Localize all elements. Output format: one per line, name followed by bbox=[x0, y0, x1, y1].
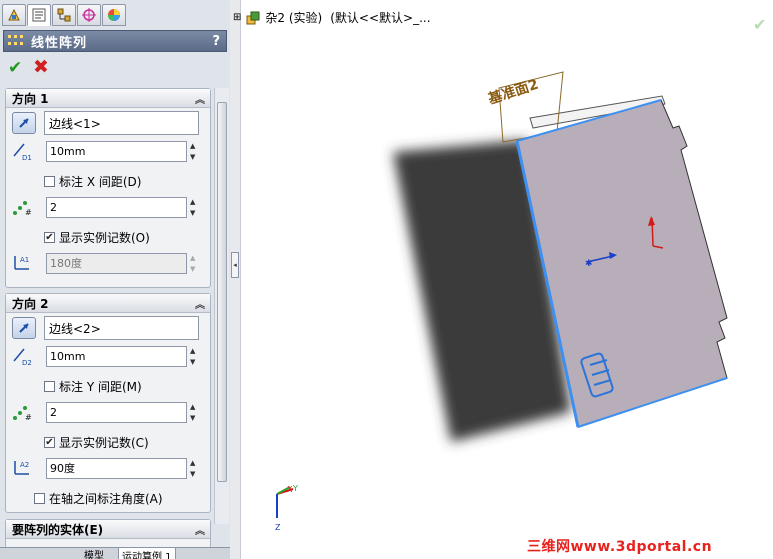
show-count2-label: 显示实例记数(C) bbox=[59, 436, 149, 450]
linear-pattern-icon bbox=[8, 35, 23, 45]
display-manager-tab[interactable] bbox=[102, 4, 126, 26]
datum-plane-label: 基准面2 bbox=[486, 76, 540, 108]
ok-button[interactable]: ✔ bbox=[8, 58, 22, 78]
dim-y-spacing-checkbox[interactable] bbox=[44, 381, 55, 392]
direction2-instance-count-input[interactable]: 2 bbox=[46, 401, 187, 423]
direction2-spacing-input[interactable]: 10mm bbox=[46, 345, 187, 367]
tree-config-label: (默认<<默认>_... bbox=[330, 11, 431, 25]
reverse-direction1-button[interactable] bbox=[12, 112, 36, 134]
property-sheet-icon bbox=[32, 8, 46, 22]
direction1-angle-input: 180度 bbox=[46, 252, 187, 274]
reverse-direction2-button[interactable] bbox=[12, 317, 36, 339]
collapse-chevron-icon[interactable]: ︽ bbox=[195, 91, 205, 106]
tab-motion-study[interactable]: 运动算例 1 bbox=[118, 547, 176, 559]
direction2-angle-input[interactable]: 90度 bbox=[46, 457, 187, 479]
crosshair-icon bbox=[82, 8, 96, 22]
direction1-count-stepper[interactable]: ▲ ▼ bbox=[190, 197, 201, 218]
bottom-tabs: 模型 运动算例 1 bbox=[0, 547, 230, 559]
instance-count-icon: # bbox=[11, 196, 33, 218]
direction1-angle-stepper: ▲ ▼ bbox=[190, 253, 196, 273]
spacing-dimension-icon: D2 bbox=[11, 345, 33, 367]
feature-title: 线性阵列 bbox=[31, 35, 88, 51]
panel-scrollbar[interactable] bbox=[214, 88, 229, 524]
svg-text:Z: Z bbox=[275, 523, 281, 532]
dim-x-spacing-checkbox[interactable] bbox=[44, 176, 55, 187]
direction2-angle-stepper[interactable]: ▲ ▼ bbox=[190, 458, 201, 479]
svg-text:D1: D1 bbox=[22, 154, 32, 161]
scrollbar-thumb[interactable] bbox=[217, 102, 227, 482]
model-canvas: 基准面2 ✱ Y X Z ✔ bbox=[275, 15, 766, 532]
collapse-chevron-icon[interactable]: ︽ bbox=[195, 522, 205, 537]
help-icon[interactable]: ? bbox=[212, 34, 220, 49]
graphics-viewport[interactable]: 基准面2 ✱ Y X Z ✔ bbox=[241, 0, 773, 559]
direction2-title: 方向 2 bbox=[12, 296, 49, 311]
show-count2-checkbox[interactable]: ✔ bbox=[44, 437, 55, 448]
collapse-panel-handle[interactable]: ◂ bbox=[231, 252, 239, 278]
svg-text:#: # bbox=[25, 413, 32, 421]
svg-text:#: # bbox=[25, 208, 32, 216]
axis-angle-label: 在轴之间标注角度(A) bbox=[49, 492, 163, 506]
svg-text:Y: Y bbox=[292, 484, 298, 493]
part-icon bbox=[246, 11, 260, 24]
direction1-spacing-input[interactable]: 10mm bbox=[46, 140, 187, 162]
model-tree-node[interactable]: ⊞ 杂2 (实验) (默认<<默认>_... bbox=[233, 9, 431, 26]
property-manager-tab[interactable] bbox=[27, 4, 51, 26]
direction2-spacing-stepper[interactable]: ▲ ▼ bbox=[190, 346, 201, 367]
angle-icon: A2 bbox=[11, 457, 33, 479]
cancel-button[interactable]: ✖ bbox=[33, 56, 49, 78]
angle-icon: A1 bbox=[11, 252, 33, 274]
svg-text:X: X bbox=[287, 485, 293, 494]
direction2-group: 方向 2 ︽ 边线<2> D2 10mm ▲ ▼ 标注 Y 间距(M) # 2 ▲… bbox=[5, 293, 211, 513]
dimxpert-tab[interactable] bbox=[77, 4, 101, 26]
svg-text:D2: D2 bbox=[22, 359, 32, 366]
property-manager-panel: 线性阵列 ? ✔ ✖ 方向 1 ︽ 边线<1> D1 10mm ▲ ▼ 标注 X … bbox=[0, 0, 231, 559]
tree-part-label: 杂2 (实验) bbox=[265, 11, 323, 25]
direction2-count-stepper[interactable]: ▲ ▼ bbox=[190, 402, 201, 423]
svg-text:✱: ✱ bbox=[585, 259, 593, 269]
spacing-dimension-icon: D1 bbox=[11, 140, 33, 162]
instance-count-icon: # bbox=[11, 401, 33, 423]
configuration-manager-tab[interactable] bbox=[52, 4, 76, 26]
direction2-header[interactable]: 方向 2 ︽ bbox=[6, 294, 210, 313]
reverse-direction-icon bbox=[19, 118, 29, 128]
bodies-to-pattern-header[interactable]: 要阵列的实体(E) ︽ bbox=[6, 520, 210, 539]
direction1-group: 方向 1 ︽ 边线<1> D1 10mm ▲ ▼ 标注 X 间距(D) # 2 ▲… bbox=[5, 88, 211, 288]
feature-header: 线性阵列 ? bbox=[3, 30, 227, 52]
dim-y-spacing-label: 标注 Y 间距(M) bbox=[59, 380, 142, 394]
feature-tree-icon bbox=[8, 8, 20, 21]
tab-model[interactable]: 模型 bbox=[84, 547, 104, 559]
confirm-corner-icon: ✔ bbox=[753, 15, 766, 34]
manager-tabs bbox=[2, 4, 126, 28]
axis-angle-checkbox[interactable] bbox=[34, 493, 45, 504]
direction2-edge-selection[interactable]: 边线<2> bbox=[44, 316, 199, 340]
show-count1-label: 显示实例记数(O) bbox=[59, 231, 150, 245]
direction1-header[interactable]: 方向 1 ︽ bbox=[6, 89, 210, 108]
svg-text:A1: A1 bbox=[20, 256, 29, 264]
watermark-text: 三维网www.3dportal.cn bbox=[527, 539, 713, 555]
show-count1-checkbox[interactable]: ✔ bbox=[44, 232, 55, 243]
svg-text:A2: A2 bbox=[20, 461, 29, 469]
reverse-direction-icon bbox=[19, 323, 29, 333]
coordinate-triad: Y X Z bbox=[275, 484, 298, 532]
bodies-to-pattern-title: 要阵列的实体(E) bbox=[12, 522, 104, 537]
direction1-title: 方向 1 bbox=[12, 91, 49, 106]
collapse-chevron-icon[interactable]: ︽ bbox=[195, 296, 205, 311]
configuration-icon bbox=[57, 8, 71, 22]
direction1-spacing-stepper[interactable]: ▲ ▼ bbox=[190, 141, 201, 162]
panel-splitter[interactable] bbox=[230, 0, 241, 559]
feature-manager-tab[interactable] bbox=[2, 4, 26, 26]
direction1-instance-count-input[interactable]: 2 bbox=[46, 196, 187, 218]
color-wheel-icon bbox=[108, 9, 120, 21]
dim-x-spacing-label: 标注 X 间距(D) bbox=[59, 175, 142, 189]
direction1-edge-selection[interactable]: 边线<1> bbox=[44, 111, 199, 135]
expand-icon[interactable]: ⊞ bbox=[233, 12, 241, 23]
